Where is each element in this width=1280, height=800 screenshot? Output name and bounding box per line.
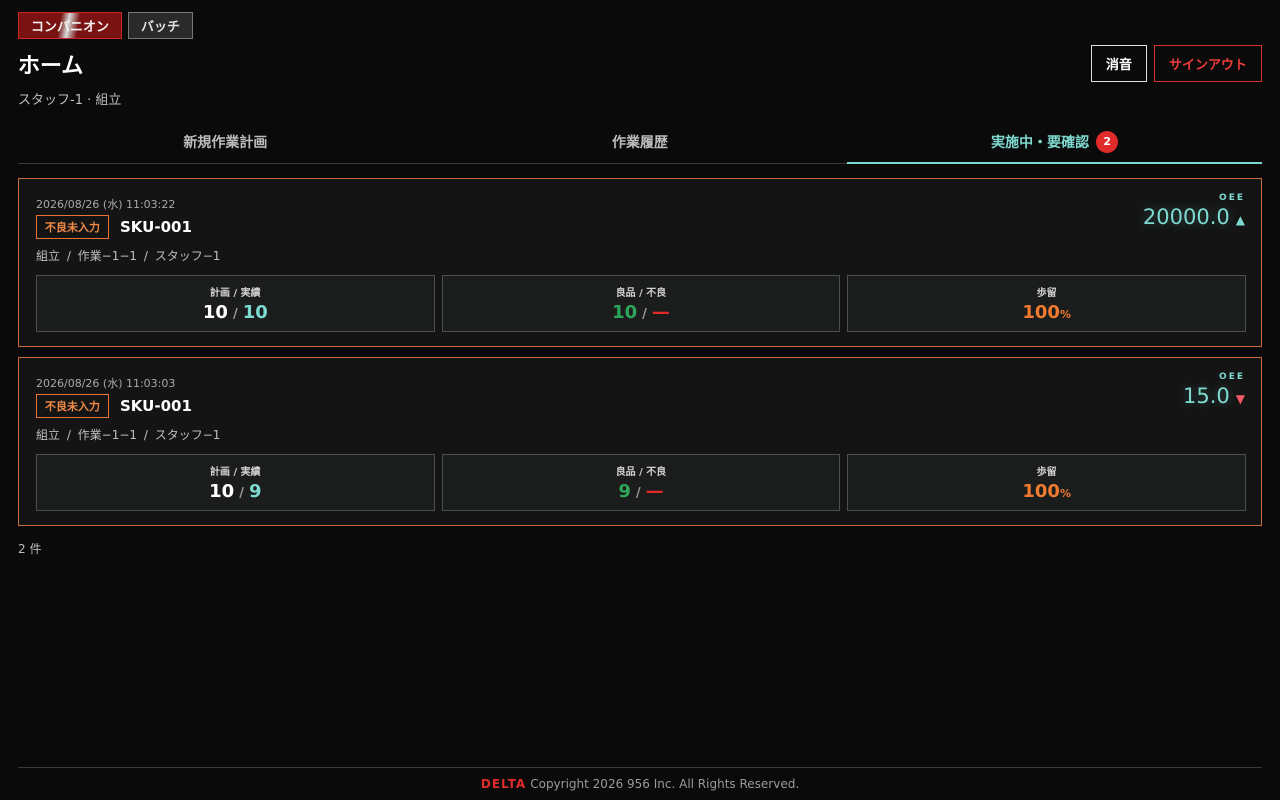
work-path: 組立 / 作業−1−1 / スタッフ−1: [36, 428, 221, 442]
tab-label: 実施中・要確認: [991, 134, 1090, 151]
yield-metric: 歩留 100 %: [847, 454, 1247, 511]
separator: /: [642, 307, 647, 322]
companion-mode-button[interactable]: コンパニオン: [18, 12, 123, 39]
header-actions: 消音 サインアウト: [1090, 45, 1262, 82]
yield-unit: %: [1059, 487, 1071, 500]
page-title: ホーム: [18, 54, 84, 79]
work-card[interactable]: 2026/08/26 (水) 11:03:22 不良未入力 SKU-001 組立…: [18, 178, 1262, 347]
batch-mode-button[interactable]: バッチ: [128, 12, 194, 39]
tab-history[interactable]: 作業履歴: [433, 120, 848, 163]
plan-value: 10: [202, 302, 228, 323]
card-timestamp: 2026/08/26 (水) 11:03:22: [36, 198, 176, 211]
tab-in-progress[interactable]: 実施中・要確認 2: [847, 120, 1262, 164]
oee-indicator: OEE 20000.0 ▲: [1143, 193, 1245, 229]
metric-label: 良品 / 不良: [615, 288, 667, 299]
work-path: 組立 / 作業−1−1 / スタッフ−1: [36, 249, 221, 263]
sku-label: SKU-001: [120, 397, 192, 415]
trend-up-icon: ▲: [1235, 213, 1245, 227]
metric-label: 計画 / 実績: [210, 288, 261, 299]
brand-logo: DELTA: [480, 777, 527, 791]
result-count: 2 件: [18, 542, 42, 556]
plan-value: 10: [209, 481, 235, 502]
signout-button[interactable]: サインアウト: [1153, 45, 1262, 82]
quality-metric: 良品 / 不良 9 / —: [441, 454, 841, 511]
separator: /: [239, 486, 244, 501]
metric-label: 歩留: [1036, 288, 1057, 299]
metric-label: 良品 / 不良: [615, 467, 667, 478]
tab-label: 新規作業計画: [183, 134, 268, 151]
trend-down-icon: ▼: [1235, 392, 1245, 406]
card-timestamp: 2026/08/26 (水) 11:03:03: [36, 377, 176, 390]
sku-label: SKU-001: [120, 218, 192, 236]
copyright-text: Copyright 2026 956 Inc. All Rights Reser…: [530, 777, 800, 791]
actual-value: 10: [242, 302, 268, 323]
defect-value: —: [645, 481, 664, 502]
work-card[interactable]: 2026/08/26 (水) 11:03:03 不良未入力 SKU-001 組立…: [18, 357, 1262, 526]
tab-new-plan[interactable]: 新規作業計画: [18, 120, 433, 163]
mode-switcher: コンパニオン バッチ: [18, 12, 194, 39]
oee-indicator: OEE 15.0 ▼: [1183, 372, 1245, 408]
status-tag: 不良未入力: [36, 394, 109, 418]
separator: /: [635, 486, 641, 501]
yield-metric: 歩留 100 %: [847, 275, 1247, 332]
oee-value: 15.0: [1183, 384, 1230, 408]
metrics-row: 計画 / 実績 10 / 9 良品 / 不良 9 / — 歩留 100 %: [36, 454, 1247, 511]
oee-label: OEE: [1219, 372, 1245, 382]
yield-unit: %: [1059, 308, 1071, 321]
plan-actual-metric: 計画 / 実績 10 / 10: [36, 275, 435, 332]
plan-actual-metric: 計画 / 実績 10 / 9: [36, 454, 435, 511]
metric-label: 計画 / 実績: [210, 467, 261, 478]
separator: /: [232, 307, 238, 322]
oee-label: OEE: [1219, 193, 1245, 203]
good-value: 10: [612, 302, 638, 323]
metric-label: 歩留: [1036, 467, 1057, 478]
status-tag: 不良未入力: [36, 215, 109, 239]
yield-value: 100: [1022, 302, 1060, 323]
footer: DELTA Copyright 2026 956 Inc. All Rights…: [18, 767, 1262, 800]
actual-value: 9: [248, 481, 262, 502]
oee-value: 20000.0: [1142, 205, 1230, 229]
quality-metric: 良品 / 不良 10 / —: [441, 275, 841, 332]
tab-label: 作業履歴: [612, 134, 668, 151]
mute-button[interactable]: 消音: [1090, 45, 1147, 82]
metrics-row: 計画 / 実績 10 / 10 良品 / 不良 10 / — 歩留 100 %: [36, 275, 1247, 332]
defect-value: —: [651, 302, 670, 323]
count-badge: 2: [1096, 130, 1119, 153]
tab-bar: 新規作業計画 作業履歴 実施中・要確認 2: [18, 120, 1262, 164]
yield-value: 100: [1022, 481, 1060, 502]
user-context-subtitle: スタッフ-1 · 組立: [18, 93, 122, 108]
good-value: 9: [618, 481, 631, 502]
